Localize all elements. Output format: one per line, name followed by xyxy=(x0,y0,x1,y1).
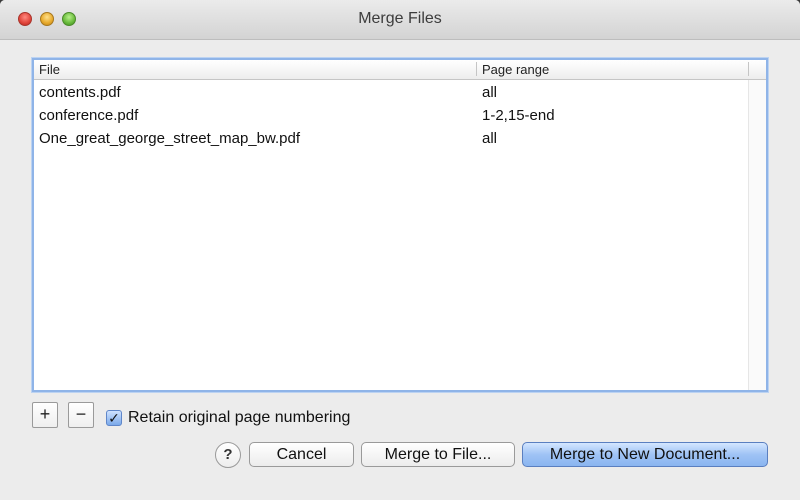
page-range-cell[interactable]: 1-2,15-end xyxy=(482,107,555,124)
column-divider[interactable] xyxy=(748,62,749,76)
table-row[interactable]: contents.pdf all xyxy=(34,82,749,105)
file-name-cell: contents.pdf xyxy=(39,84,121,101)
add-file-button[interactable]: + xyxy=(32,402,58,428)
table-header: File Page range xyxy=(34,60,766,80)
cancel-button[interactable]: Cancel xyxy=(249,442,354,467)
file-name-cell: One_great_george_street_map_bw.pdf xyxy=(39,130,301,147)
column-header-file[interactable]: File xyxy=(39,62,60,77)
page-range-cell[interactable]: all xyxy=(482,130,497,147)
help-button[interactable]: ? xyxy=(215,442,241,468)
window-title: Merge Files xyxy=(358,10,442,27)
table-row[interactable]: One_great_george_street_map_bw.pdf all xyxy=(34,128,749,151)
remove-file-button[interactable]: − xyxy=(68,402,94,428)
file-name-cell: conference.pdf xyxy=(39,107,139,124)
merge-files-window: Merge Files File Page range contents.pdf… xyxy=(0,0,800,500)
table-row[interactable]: conference.pdf 1-2,15-end xyxy=(34,105,749,128)
retain-numbering-checkbox[interactable]: ✓ xyxy=(106,410,122,426)
merge-to-new-document-button[interactable]: Merge to New Document... xyxy=(522,442,768,467)
merge-to-file-button[interactable]: Merge to File... xyxy=(361,442,515,467)
column-header-page-range[interactable]: Page range xyxy=(482,62,549,77)
column-divider[interactable] xyxy=(476,62,477,76)
files-table[interactable]: File Page range contents.pdf all confere… xyxy=(32,58,768,392)
page-range-cell[interactable]: all xyxy=(482,84,497,101)
retain-numbering-label[interactable]: Retain original page numbering xyxy=(128,409,350,427)
table-scroll-area[interactable] xyxy=(748,80,766,390)
dialog-content: File Page range contents.pdf all confere… xyxy=(0,40,800,500)
title-bar: Merge Files xyxy=(0,0,800,40)
